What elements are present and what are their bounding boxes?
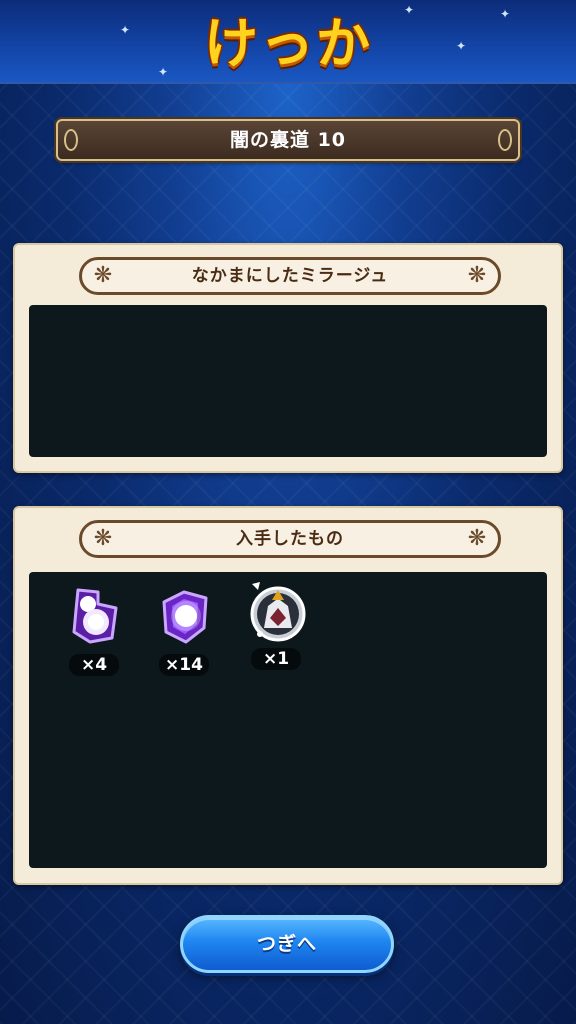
next-button-label: つぎへ <box>256 933 317 955</box>
section-banner: ❋ ❋ 入手したもの <box>79 520 501 558</box>
page-title: けっか <box>204 12 372 75</box>
armored-mirage-medal-icon <box>250 582 306 642</box>
purple-crystal-icon <box>162 590 208 644</box>
next-button[interactable]: つぎへ <box>180 915 394 973</box>
obtained-items-panel: ❋ ❋ 入手したもの ×4 ×14 ×1 <box>13 506 563 885</box>
list-item[interactable]: ×14 <box>149 584 219 680</box>
obtained-list: ×4 ×14 ×1 <box>29 572 547 868</box>
stage-name: 闇の裏道 10 <box>229 129 347 151</box>
list-item[interactable]: ×4 <box>59 584 129 680</box>
section-title: 入手したもの <box>236 529 344 549</box>
list-item[interactable]: ×1 <box>241 578 311 674</box>
recruited-mirages-panel: ❋ ❋ なかまにしたミラージュ <box>13 243 563 473</box>
item-quantity: ×4 <box>69 654 119 676</box>
recruited-list <box>29 305 547 457</box>
section-banner: ❋ ❋ なかまにしたミラージュ <box>79 257 501 295</box>
section-title: なかまにしたミラージュ <box>191 266 389 286</box>
purple-spirit-orb-icon <box>72 588 118 644</box>
stage-name-plate: 闇の裏道 10 <box>56 119 520 161</box>
item-quantity: ×14 <box>159 654 209 676</box>
item-quantity: ×1 <box>251 648 301 670</box>
